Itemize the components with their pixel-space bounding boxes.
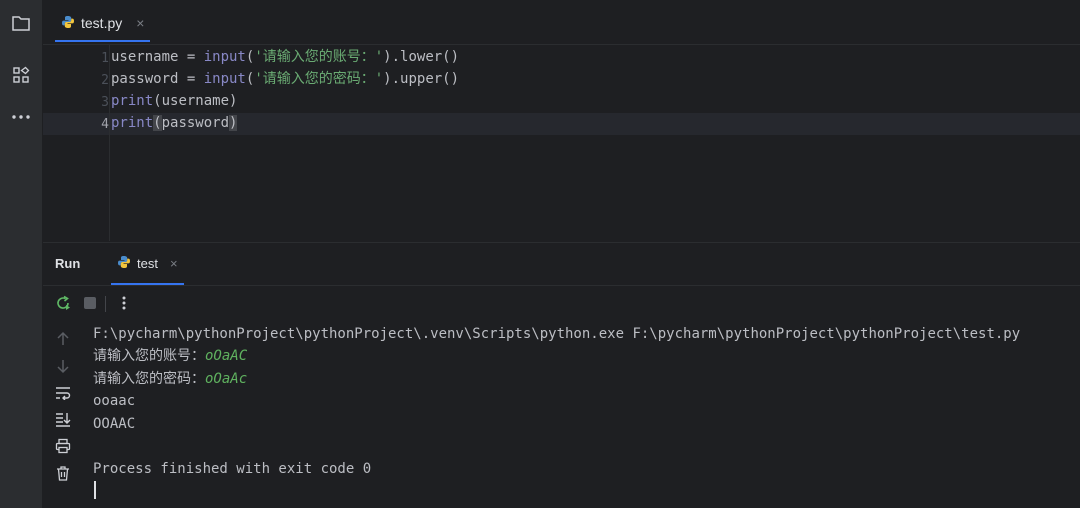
code-line: print(password) [111,112,238,134]
console-finish-line: Process finished with exit code 0 [93,461,372,477]
run-panel: Run test × F:\pycharm\pythonProject\pyth… [43,242,1080,508]
code-token: '请输入您的密码：' [254,71,384,87]
close-icon[interactable]: × [136,15,144,31]
folder-icon[interactable] [9,11,33,35]
toolbar-divider [105,296,106,312]
code-editor[interactable]: 1 2 3 4 username = input('请输入您的账号：').low… [43,45,1080,241]
console-command-line: F:\pycharm\pythonProject\pythonProject\.… [93,326,1021,342]
code-token: password = [111,71,204,87]
console-line: OOAAC [93,416,136,432]
code-token: '请输入您的账号：' [254,49,384,65]
line-number-gutter: 1 2 3 4 [43,45,109,241]
console-output[interactable]: F:\pycharm\pythonProject\pythonProject\.… [93,323,1080,508]
code-token: input [203,71,246,87]
code-token: print [111,93,154,109]
code-token: (username) [153,93,238,109]
print-icon[interactable] [53,436,73,456]
code-line: password = input('请输入您的密码：').upper() [111,68,459,90]
editor-tab-test-py[interactable]: test.py × [55,6,151,42]
activity-bar [0,0,43,508]
line-number: 4 [101,117,109,132]
run-header: Run test × [43,243,1080,286]
console-side-toolbar [43,321,83,508]
run-title: Run [55,256,81,271]
code-token: ).lower() [383,49,460,65]
close-icon[interactable]: × [170,256,178,271]
editor-tab-bar: test.py × [43,0,1080,45]
console-prompt: 请输入您的密码： [93,371,205,387]
trash-icon[interactable] [53,463,73,483]
editor-tab-label: test.py [81,15,123,31]
line-number: 3 [101,95,109,110]
python-file-icon [61,15,75,32]
console-user-input: oOaAc [205,371,248,387]
soft-wrap-icon[interactable] [53,383,73,403]
code-token: username = [111,49,204,65]
line-number: 1 [101,51,109,66]
arrow-down-icon[interactable] [53,356,73,376]
arrow-up-icon[interactable] [53,329,73,349]
code-token: print [111,115,154,131]
line-number: 2 [101,73,109,88]
scroll-to-end-icon[interactable] [53,409,73,429]
code-token: ).upper() [383,71,460,87]
run-toolbar [43,286,1080,320]
more-vertical-icon[interactable] [114,293,134,313]
code-token: ) [229,115,238,131]
stop-icon[interactable] [80,293,100,313]
more-icon[interactable] [9,105,33,129]
code-token: ( [153,115,162,131]
console-line: 请输入您的密码：oOaAc [93,368,247,390]
code-token: password [161,115,230,131]
console-line: ooaac [93,393,136,409]
code-line: print(username) [111,90,237,112]
python-run-icon [117,255,131,272]
console-user-input: oOaAC [205,348,248,364]
run-tab-test[interactable]: test × [111,243,184,285]
structure-icon[interactable] [9,63,33,87]
console-caret [94,481,96,499]
console-prompt: 请输入您的账号： [93,348,205,364]
code-token: input [203,49,246,65]
console-line: 请输入您的账号：oOaAC [93,345,247,367]
code-line: username = input('请输入您的账号：').lower() [111,46,459,68]
run-tab-label: test [137,255,158,271]
indent-guide [109,45,110,241]
rerun-icon[interactable] [53,293,73,313]
